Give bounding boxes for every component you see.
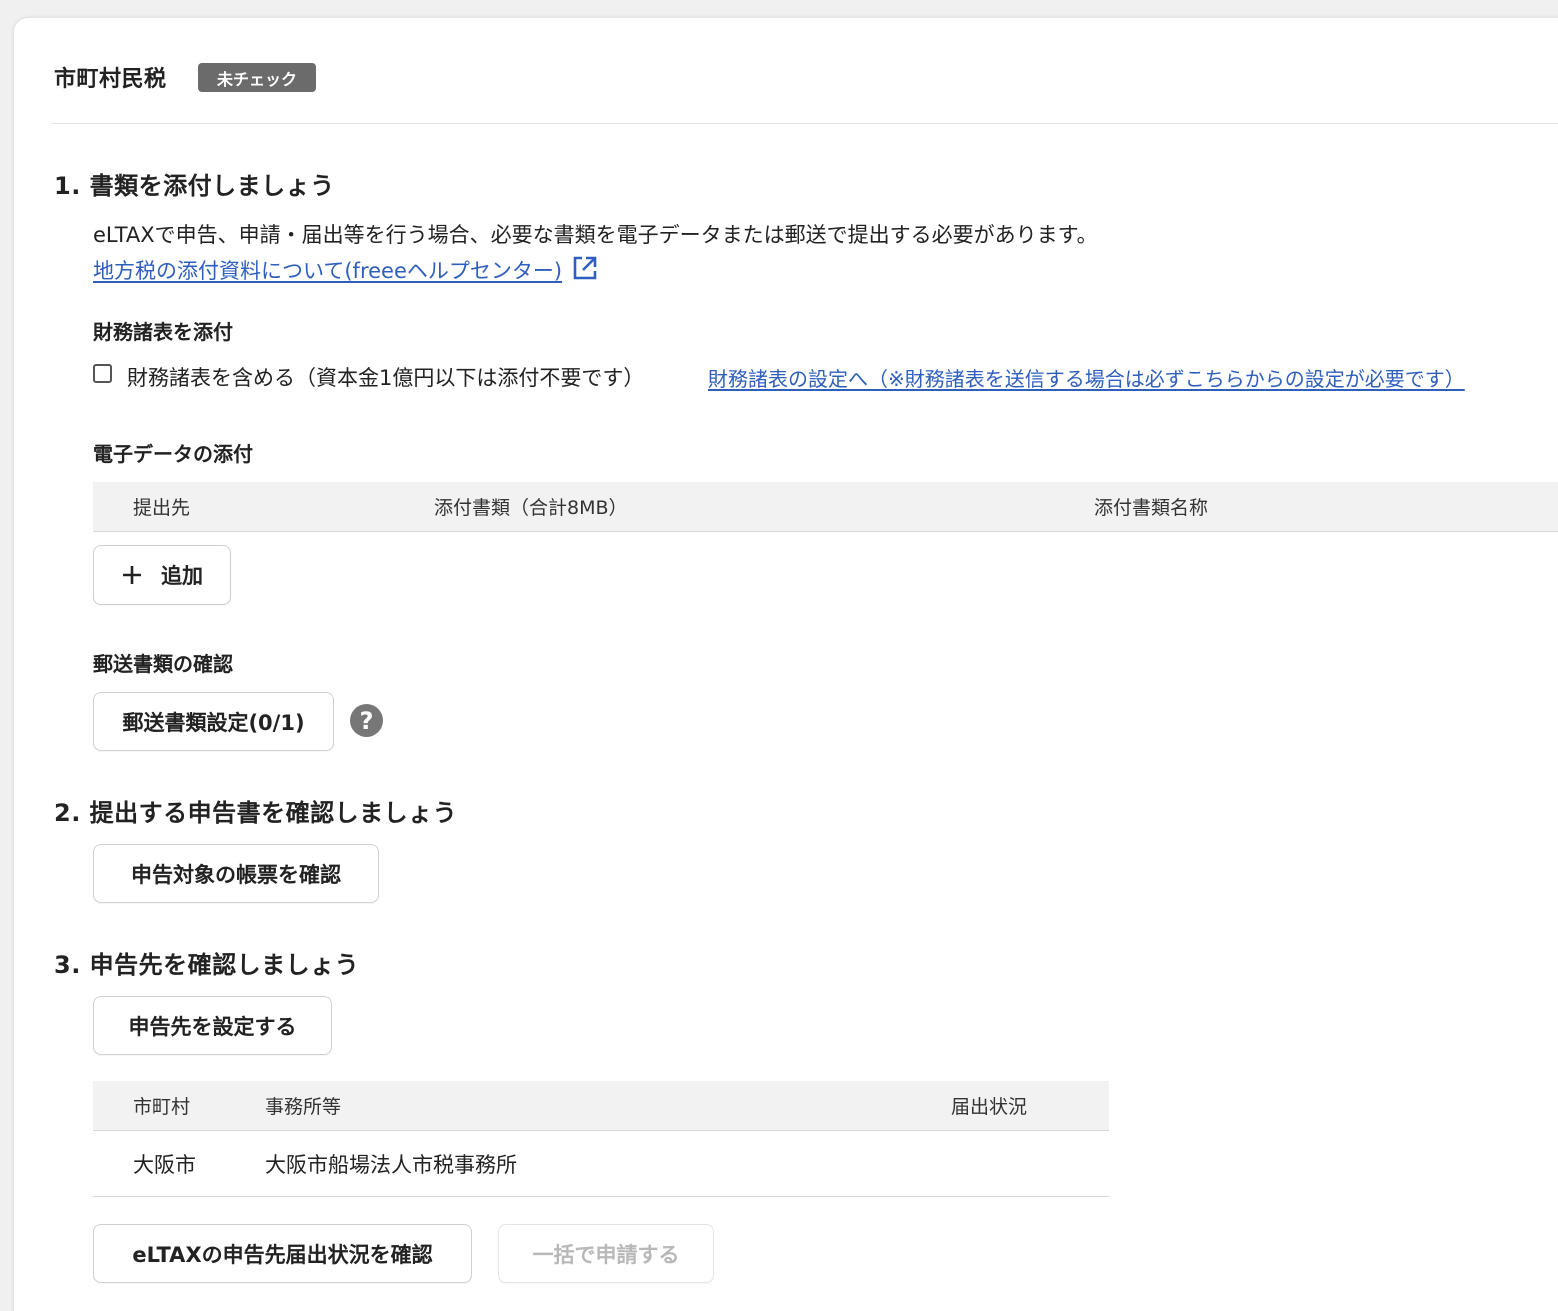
row-city: 大阪市 — [133, 1153, 196, 1177]
include-financial-checkbox[interactable] — [93, 364, 112, 383]
set-destination-button[interactable]: 申告先を設定する — [93, 996, 332, 1055]
help-link-container: 地方税の添付資料について(freeeヘルプセンター) — [93, 254, 599, 287]
financial-heading: 財務諸表を添付 — [93, 320, 233, 344]
add-button-label: 追加 — [161, 564, 203, 588]
table-row: 大阪市 大阪市船場法人市税事務所 — [93, 1131, 1109, 1197]
column-attachment-name: 添付書類名称 — [1094, 497, 1209, 519]
question-mark-circle-icon[interactable]: ? — [350, 704, 383, 737]
external-link-icon[interactable] — [571, 254, 599, 287]
plus-icon — [121, 564, 143, 586]
column-attachment: 添付書類（合計8MB） — [434, 497, 628, 519]
step1-heading: 1. 書類を添付しましょう — [54, 172, 335, 200]
add-attachment-button[interactable]: 追加 — [93, 545, 231, 605]
attachment-table-header: 提出先 添付書類（合計8MB） 添付書類名称 — [93, 482, 1558, 532]
bulk-submit-button[interactable]: 一括で申請する — [498, 1224, 714, 1283]
electronic-heading: 電子データの添付 — [93, 442, 253, 466]
row-office: 大阪市船場法人市税事務所 — [265, 1153, 517, 1177]
step3-heading: 3. 申告先を確認しましょう — [54, 951, 360, 979]
header-divider — [52, 123, 1558, 124]
column-destination: 提出先 — [133, 497, 191, 519]
step2-heading: 2. 提出する申告書を確認しましょう — [54, 799, 458, 827]
step1-description: eLTAXで申告、申請・届出等を行う場合、必要な書類を電子データまたは郵送で提出… — [93, 223, 1098, 247]
destination-table-header: 市町村 事務所等 届出状況 — [93, 1081, 1109, 1131]
column-status: 届出状況 — [951, 1096, 1028, 1118]
mail-heading: 郵送書類の確認 — [93, 652, 233, 676]
check-eltax-status-button[interactable]: eLTAXの申告先届出状況を確認 — [93, 1224, 472, 1283]
include-financial-label[interactable]: 財務諸表を含める（資本金1億円以下は添付不要です） — [127, 362, 644, 392]
attachment-help-link[interactable]: 地方税の添付資料について(freeeヘルプセンター) — [93, 259, 562, 283]
column-city: 市町村 — [133, 1096, 191, 1118]
status-badge: 未チェック — [198, 63, 316, 92]
card-title: 市町村民税 — [54, 67, 167, 92]
check-forms-button[interactable]: 申告対象の帳票を確認 — [93, 844, 379, 903]
financial-settings-link[interactable]: 財務諸表の設定へ（※財務諸表を送信する場合は必ずこちらからの設定が必要です） — [708, 363, 1465, 392]
mail-documents-button[interactable]: 郵送書類設定(0/1) — [93, 692, 334, 751]
column-office: 事務所等 — [265, 1096, 342, 1118]
